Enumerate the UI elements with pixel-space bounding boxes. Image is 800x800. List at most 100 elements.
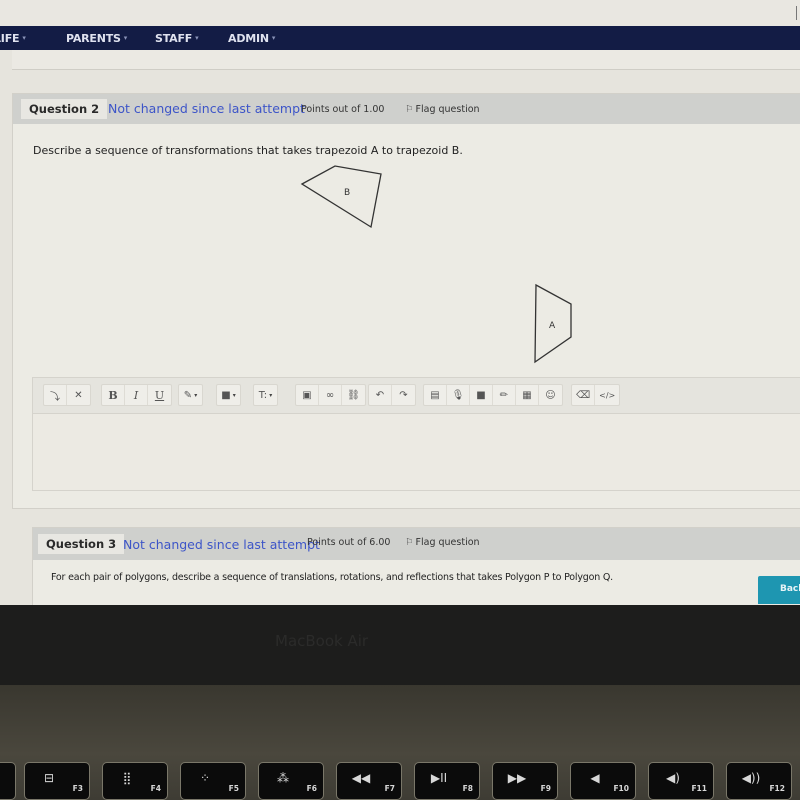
question-3-card: Question 3 Not changed since last attemp… bbox=[32, 527, 800, 605]
key-label: F4 bbox=[150, 784, 161, 793]
chevron-down-icon: ▾ bbox=[271, 34, 276, 42]
mute-icon: ◀ bbox=[590, 771, 600, 785]
chevron-down-icon: ▾ bbox=[22, 34, 26, 42]
edit-style-icon: ✎ bbox=[183, 389, 193, 401]
flag-icon: ⚐ bbox=[405, 104, 414, 115]
toolbar-group: ■ ▾ bbox=[216, 384, 241, 406]
flag-label: Flag question bbox=[415, 104, 480, 115]
nav-item-parents[interactable]: PARENTS ▾ bbox=[66, 26, 127, 50]
toolbar-group: T: ▾ bbox=[253, 384, 278, 406]
unlink-button[interactable]: ⛓ bbox=[342, 385, 365, 405]
toolbar-group: ⌫ </> bbox=[571, 384, 621, 406]
question-points: Points out of 6.00 bbox=[307, 537, 391, 548]
key-f3[interactable]: ⊟ F3 bbox=[24, 762, 90, 800]
toolbar-group: ▤ 🎙 ■ ✏ ▦ ☺ bbox=[423, 384, 563, 406]
nav-label: ADMIN bbox=[228, 32, 269, 45]
draw-button[interactable]: ✏ bbox=[493, 385, 516, 405]
key-f6[interactable]: ⁂ F6 bbox=[258, 762, 324, 800]
keyboard-brightness-up-icon: ⁂ bbox=[277, 771, 289, 785]
nav-item-student-life[interactable]: LIFE▾ bbox=[0, 26, 26, 50]
toolbar-group: ⤵ ✕ bbox=[43, 384, 91, 406]
text-size-icon: T: bbox=[258, 389, 268, 401]
key-f9[interactable]: ▶▶ F9 bbox=[492, 762, 558, 800]
flag-icon: ⚐ bbox=[405, 537, 414, 548]
key-label: F11 bbox=[691, 784, 707, 793]
manage-files-button[interactable]: ▤ bbox=[424, 385, 447, 405]
key-f12[interactable]: ◀)) F12 bbox=[726, 762, 792, 800]
fullscreen-icon: ✕ bbox=[74, 389, 83, 401]
key-f8[interactable]: ▶II F8 bbox=[414, 762, 480, 800]
answer-text-area[interactable] bbox=[32, 413, 800, 491]
key-label: F7 bbox=[384, 784, 395, 793]
key-f11[interactable]: ◀) F11 bbox=[648, 762, 714, 800]
volume-up-icon: ◀)) bbox=[741, 771, 761, 785]
nav-item-admin[interactable]: ADMIN ▾ bbox=[228, 26, 275, 50]
launchpad-icon: ⣿ bbox=[122, 771, 132, 785]
unlink-icon: ⛓ bbox=[347, 389, 360, 401]
toolbar-group: ▣ ∞ ⛓ bbox=[295, 384, 366, 406]
collapse-icon: ⤵ bbox=[50, 391, 60, 403]
keyboard-brightness-down-icon: ⁘ bbox=[199, 771, 211, 785]
html-source-button[interactable]: </> bbox=[595, 385, 619, 405]
nav-label: STAFF bbox=[155, 32, 193, 45]
insert-link-button[interactable]: ∞ bbox=[319, 385, 342, 405]
window-corner bbox=[796, 6, 800, 20]
insert-image-button[interactable]: ▣ bbox=[296, 385, 319, 405]
emoji-button[interactable]: ☺ bbox=[539, 385, 562, 405]
caret-down-icon: ▾ bbox=[232, 391, 236, 399]
mission-control-icon: ⊟ bbox=[43, 771, 55, 785]
highlight-icon: ■ bbox=[221, 389, 231, 401]
undo-button[interactable]: ↶ bbox=[369, 385, 392, 405]
nav-label: PARENTS bbox=[66, 32, 121, 45]
undo-icon: ↶ bbox=[375, 389, 385, 401]
toolbar-group: B I U bbox=[101, 384, 172, 406]
italic-icon: I bbox=[133, 388, 139, 402]
question-status: Not changed since last attempt bbox=[108, 101, 305, 116]
italic-button[interactable]: I bbox=[125, 385, 148, 405]
fullscreen-button[interactable]: ✕ bbox=[67, 385, 90, 405]
toolbar-group: ✎ ▾ bbox=[178, 384, 203, 406]
microphone-icon: 🎙 bbox=[451, 389, 465, 401]
edit-style-dropdown[interactable]: ✎ ▾ bbox=[179, 385, 202, 405]
pencil-icon: ✏ bbox=[499, 389, 509, 401]
key-label: F8 bbox=[462, 784, 473, 793]
key-f7[interactable]: ◀◀ F7 bbox=[336, 762, 402, 800]
image-icon: ▣ bbox=[302, 389, 312, 401]
flag-question-button[interactable]: ⚐ Flag question bbox=[405, 100, 480, 120]
rewind-icon: ◀◀ bbox=[351, 771, 371, 785]
record-video-button[interactable]: ■ bbox=[470, 385, 493, 405]
text-size-dropdown[interactable]: T: ▾ bbox=[254, 385, 277, 405]
redo-button[interactable]: ↷ bbox=[392, 385, 415, 405]
chevron-down-icon: ▾ bbox=[123, 34, 128, 42]
bold-button[interactable]: B bbox=[102, 385, 125, 405]
emoji-icon: ☺ bbox=[545, 389, 556, 401]
key-f2[interactable] bbox=[0, 762, 16, 800]
key-f4[interactable]: ⣿ F4 bbox=[102, 762, 168, 800]
question-number: Question 2 bbox=[21, 99, 108, 119]
html-icon: </> bbox=[599, 390, 616, 400]
fast-forward-icon: ▶▶ bbox=[507, 771, 527, 785]
video-icon: ■ bbox=[476, 389, 486, 401]
key-f5[interactable]: ⁘ F5 bbox=[180, 762, 246, 800]
flag-question-button[interactable]: ⚐ Flag question bbox=[405, 533, 480, 553]
back-button[interactable]: Back bbox=[758, 576, 800, 604]
underline-icon: U bbox=[154, 388, 165, 402]
table-icon: ▦ bbox=[522, 389, 532, 401]
record-audio-button[interactable]: 🎙 bbox=[447, 385, 470, 405]
caret-down-icon: ▾ bbox=[269, 391, 273, 399]
question-status: Not changed since last attempt bbox=[123, 537, 320, 552]
collapse-toolbar-button[interactable]: ⤵ bbox=[44, 385, 67, 405]
link-icon: ∞ bbox=[325, 389, 335, 401]
key-label: F3 bbox=[72, 784, 83, 793]
clear-formatting-button[interactable]: ⌫ bbox=[572, 385, 596, 405]
eraser-icon: ⌫ bbox=[576, 389, 591, 401]
highlight-dropdown[interactable]: ■ ▾ bbox=[217, 385, 240, 405]
trapezoid-b-shape bbox=[300, 165, 382, 229]
table-button[interactable]: ▦ bbox=[516, 385, 539, 405]
underline-button[interactable]: U bbox=[148, 385, 171, 405]
laptop-model-label: MacBook Air bbox=[275, 632, 369, 650]
key-f10[interactable]: ◀ F10 bbox=[570, 762, 636, 800]
nav-item-staff[interactable]: STAFF ▾ bbox=[155, 26, 199, 50]
trapezoid-a-label: A bbox=[549, 321, 556, 331]
browser-screen: LIFE▾ PARENTS▾ STAFF▾ ADMIN▾ Question 2 … bbox=[0, 0, 800, 605]
